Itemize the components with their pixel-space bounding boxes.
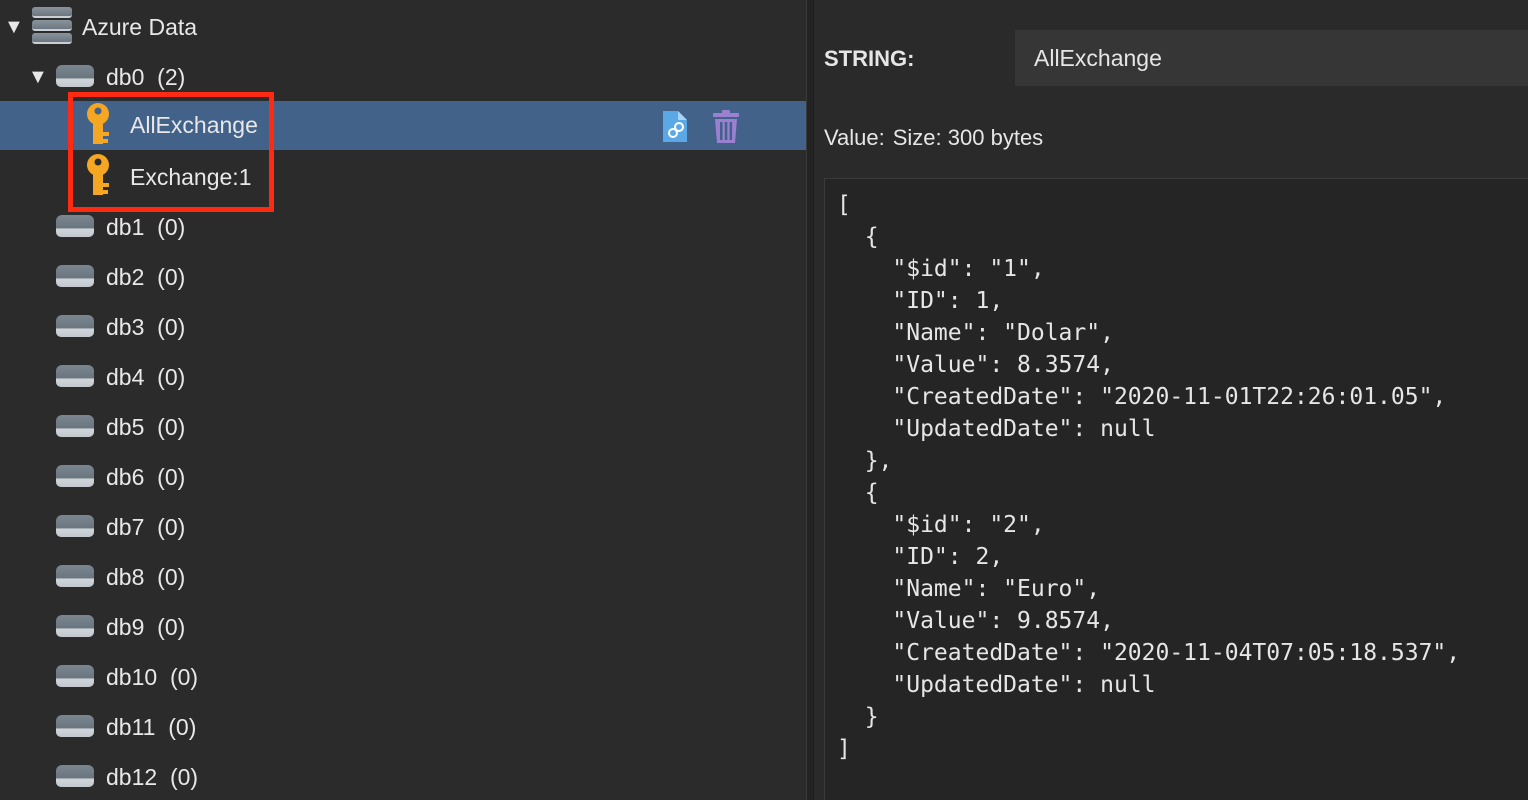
tree-node-db6[interactable]: db6 (0) (0, 452, 806, 502)
copy-link-icon[interactable] (660, 110, 690, 143)
database-icon (56, 365, 94, 387)
tree-node-db12[interactable]: db12 (0) (0, 752, 806, 800)
value-text[interactable]: [ { "$id": "1", "ID": 1, "Name": "Dolar"… (837, 189, 1460, 765)
tree-node-db3[interactable]: db3 (0) (0, 302, 806, 352)
db-name: db2 (0) (106, 263, 186, 290)
db-name: db7 (0) (106, 513, 186, 540)
db-name: db1 (0) (106, 213, 186, 240)
db-name: db6 (0) (106, 463, 186, 490)
tree-node-db1[interactable]: db1 (0) (0, 202, 806, 252)
db-name: db0 (2) (106, 63, 186, 90)
database-icon (56, 615, 94, 637)
highlight-box (68, 92, 274, 212)
database-icon (56, 265, 94, 287)
tree-node-db4[interactable]: db4 (0) (0, 352, 806, 402)
db-name: db3 (0) (106, 313, 186, 340)
db-name: db4 (0) (106, 363, 186, 390)
db-name: db9 (0) (106, 613, 186, 640)
tree-node-db10[interactable]: db10 (0) (0, 652, 806, 702)
database-icon (56, 415, 94, 437)
expand-arrow-icon[interactable]: ▼ (4, 17, 24, 37)
database-icon (56, 715, 94, 737)
db-name: db10 (0) (106, 663, 199, 690)
database-icon (56, 565, 94, 587)
expand-arrow-icon[interactable]: ▼ (28, 67, 48, 87)
database-icon (56, 315, 94, 337)
key-type-label: STRING: (824, 46, 915, 71)
database-icon (56, 765, 94, 787)
value-info: Value: Size: 300 bytes (824, 125, 1043, 151)
value-size: Size: 300 bytes (892, 125, 1044, 150)
database-icon (56, 65, 94, 87)
database-icon (56, 215, 94, 237)
tree-node-db8[interactable]: db8 (0) (0, 552, 806, 602)
database-icon (56, 465, 94, 487)
server-name: Azure Data (82, 13, 198, 40)
tree-node-db5[interactable]: db5 (0) (0, 402, 806, 452)
db-name: db12 (0) (106, 763, 199, 790)
tree-node-db2[interactable]: db2 (0) (0, 252, 806, 302)
db-name: db11 (0) (106, 713, 197, 740)
server-stack-icon (32, 7, 72, 47)
tree-node-db11[interactable]: db11 (0) (0, 702, 806, 752)
tree-node-server[interactable]: ▼ Azure Data (0, 2, 806, 52)
value-editor[interactable]: [ { "$id": "1", "ID": 1, "Name": "Dolar"… (824, 178, 1528, 800)
redis-desktop-app: ▼ Azure Data ▼ db0 (2) AllExchange Excha… (0, 0, 1528, 800)
value-label: Value: (824, 125, 885, 150)
tree-node-db9[interactable]: db9 (0) (0, 602, 806, 652)
connection-tree: ▼ Azure Data ▼ db0 (2) AllExchange Excha… (0, 0, 806, 800)
db-name: db8 (0) (106, 563, 186, 590)
trash-icon[interactable] (712, 110, 740, 144)
key-name-field[interactable]: AllExchange (1015, 30, 1528, 86)
tree-node-db7[interactable]: db7 (0) (0, 502, 806, 552)
db-name: db5 (0) (106, 413, 186, 440)
panel-splitter[interactable] (806, 0, 814, 800)
database-icon (56, 515, 94, 537)
database-icon (56, 665, 94, 687)
key-detail-panel: STRING: AllExchange Value: Size: 300 byte… (814, 0, 1528, 800)
